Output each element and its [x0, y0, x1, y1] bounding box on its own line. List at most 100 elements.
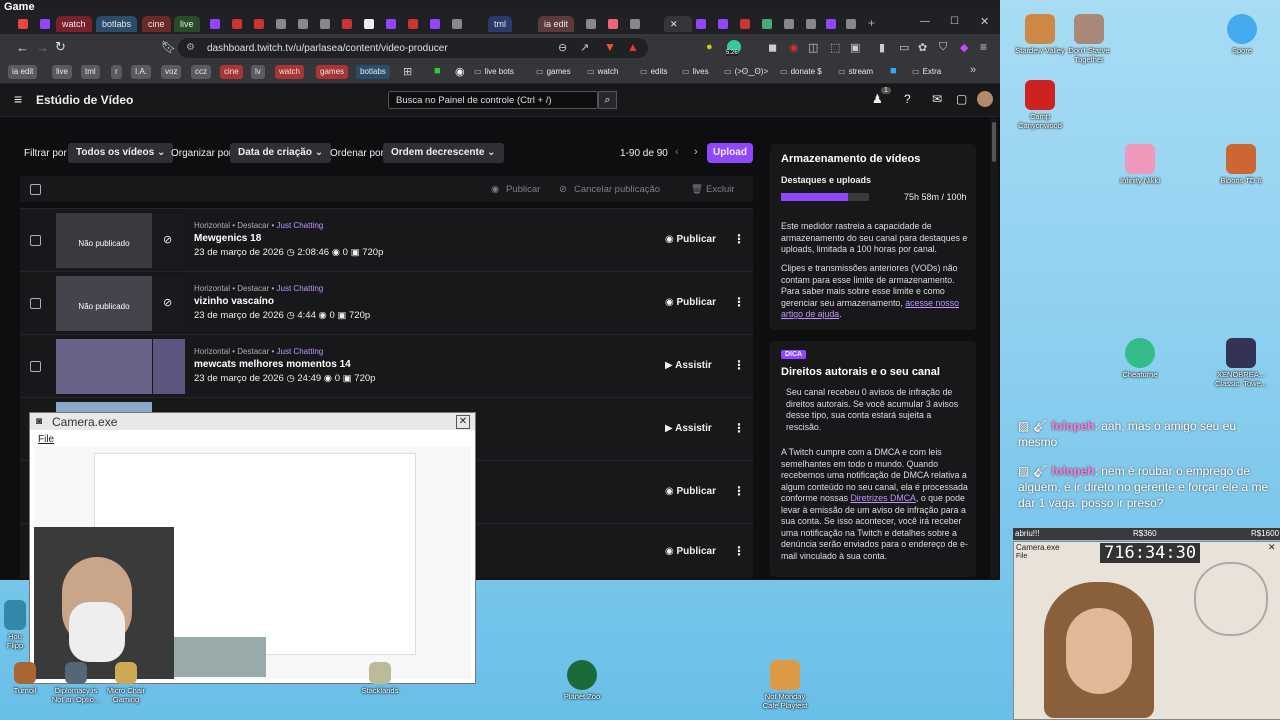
tab-icon[interactable] — [320, 19, 330, 29]
bookmark-ia-edit[interactable]: ia edit — [8, 65, 38, 79]
bookmark-icon[interactable]: ◉ — [455, 65, 465, 78]
tab-icon[interactable] — [408, 19, 418, 29]
bookmark-cine[interactable]: cine — [220, 65, 243, 79]
bookmark-icon[interactable]: ■ — [890, 65, 897, 77]
desktop-icon[interactable]: Bloons TD 6 — [1213, 144, 1269, 185]
tab-tml[interactable]: tml — [488, 16, 512, 32]
bookmark-folder-stream[interactable]: stream — [834, 65, 877, 79]
more-options-icon[interactable]: ⋮ — [733, 484, 745, 498]
desktop-icon[interactable]: Cheaturne — [1112, 338, 1168, 379]
extension-icon[interactable]: ⬚ — [830, 41, 840, 54]
tab-icon[interactable] — [364, 19, 374, 29]
bulk-cancel-button[interactable]: Cancelar publicação — [574, 184, 660, 195]
watch-button[interactable]: ▶ Assistir — [665, 360, 712, 371]
tab-icon[interactable] — [696, 19, 706, 29]
inbox-icon[interactable]: ✉ — [932, 92, 942, 106]
row-checkbox[interactable] — [30, 361, 41, 372]
tab-icon[interactable] — [630, 19, 640, 29]
maximize-icon[interactable]: ☐ — [950, 16, 959, 27]
tab-icon[interactable] — [232, 19, 242, 29]
menu-icon[interactable]: ≡ — [980, 40, 987, 54]
dmca-guidelines-link[interactable]: Diretrizes DMCA — [850, 493, 916, 503]
bookmark-r[interactable]: r — [111, 65, 122, 79]
desktop-icon[interactable]: Not Monday Cafe Playtest — [757, 660, 813, 710]
zoom-icon[interactable]: ⊖ — [558, 41, 567, 54]
tab-botlabs[interactable]: botlabs — [96, 16, 138, 32]
bookmark-folder-donate[interactable]: donate $ — [776, 65, 826, 79]
video-title[interactable]: Mewgenics 18 — [194, 233, 261, 244]
bookmark-ccz[interactable]: ccz — [191, 65, 211, 79]
video-category[interactable]: Just Chatting — [277, 347, 324, 356]
bookmark-folder-edits[interactable]: edits — [636, 65, 671, 79]
extension-icon[interactable]: ● — [706, 41, 713, 53]
watch-button[interactable]: ▶ Assistir — [665, 423, 712, 434]
video-title[interactable]: vizinho vascaíno — [194, 296, 274, 307]
tab-icon[interactable] — [586, 19, 596, 29]
tab-icon[interactable] — [826, 19, 836, 29]
next-page-icon[interactable]: › — [694, 146, 698, 158]
sidebar-icon[interactable]: ▮ — [879, 41, 885, 54]
video-thumbnail[interactable]: Não publicado — [56, 213, 152, 268]
more-options-icon[interactable]: ⋮ — [733, 421, 745, 435]
tab-icon[interactable] — [210, 19, 220, 29]
bookmark-icon[interactable]: ■ — [434, 65, 441, 77]
search-icon[interactable]: ⌕ — [598, 91, 617, 109]
bookmark-voz[interactable]: voz — [161, 65, 182, 79]
page-scrollbar[interactable] — [990, 118, 998, 578]
extension-icon[interactable]: ◉ — [789, 41, 799, 54]
tab-watch[interactable]: watch — [56, 16, 92, 32]
filter-dropdown[interactable]: Todos os vídeos — [68, 143, 174, 163]
brave-shield-icon[interactable]: ▼ — [604, 40, 616, 54]
tab-active-twitch[interactable]: ✕ — [664, 16, 692, 32]
whispers-icon[interactable]: ▢ — [956, 92, 967, 106]
hamburger-menu-icon[interactable]: ≡ — [14, 91, 22, 107]
bookmark-watch[interactable]: watch — [275, 65, 304, 79]
more-bookmarks-icon[interactable]: » — [970, 64, 976, 76]
extension-icon[interactable]: ▣ — [850, 41, 860, 54]
bookmark-ia[interactable]: I.A. — [131, 65, 152, 79]
url-text[interactable]: dashboard.twitch.tv/u/parlasea/content/v… — [207, 43, 448, 54]
tab-ia-edit[interactable]: ia edit — [538, 16, 575, 32]
publish-button[interactable]: ◉ Publicar — [665, 234, 716, 245]
avatar[interactable] — [977, 91, 993, 107]
bulk-publish-button[interactable]: Publicar — [506, 184, 540, 195]
camera-close-icon[interactable]: ✕ — [456, 415, 470, 429]
bookmark-live[interactable]: live — [52, 65, 73, 79]
site-info-icon[interactable]: ⚙ — [186, 42, 195, 53]
more-options-icon[interactable]: ⋮ — [733, 232, 745, 246]
table-row[interactable]: Não publicado ⊘ Horizontal • Destacar • … — [20, 208, 753, 271]
tab-icon[interactable] — [430, 19, 440, 29]
desktop-icon[interactable]: Micro Chair Gaming — [98, 662, 154, 704]
desktop-icon[interactable]: Spore — [1214, 14, 1270, 55]
tab-icon[interactable] — [254, 19, 264, 29]
more-options-icon[interactable]: ⋮ — [733, 544, 745, 558]
back-icon[interactable]: ← — [16, 40, 29, 55]
minimize-icon[interactable]: — — [920, 16, 930, 27]
bookmark-icon[interactable]: 🔖︎ — [161, 40, 176, 54]
tab-icon[interactable] — [846, 19, 856, 29]
bookmark-folder-lives[interactable]: lives — [678, 65, 713, 79]
tab-icon[interactable] — [806, 19, 816, 29]
tab-cine[interactable]: cine — [142, 16, 171, 32]
new-tab-icon[interactable]: + — [868, 16, 875, 30]
bookmark-lv[interactable]: lv — [251, 65, 265, 79]
close-window-icon[interactable]: ✕ — [980, 15, 989, 28]
upload-button[interactable]: Upload — [707, 143, 753, 163]
tab-live[interactable]: live — [174, 16, 200, 32]
publish-button[interactable]: ◉ Publicar — [665, 297, 716, 308]
desktop-icon[interactable]: Diplomacy is Not an Optio... — [48, 662, 104, 704]
bookmark-folder-games[interactable]: games — [532, 65, 575, 79]
tab-icon[interactable] — [298, 19, 308, 29]
video-thumbnail[interactable] — [56, 339, 152, 394]
desktop-icon[interactable]: Hou Flipp — [2, 600, 28, 650]
camera-file-menu[interactable]: File — [38, 434, 54, 445]
tab-icon[interactable] — [718, 19, 728, 29]
publish-button[interactable]: ◉ Publicar — [665, 486, 716, 497]
desktop-icon[interactable]: Turnoil — [0, 662, 50, 695]
tab-icon[interactable] — [608, 19, 618, 29]
table-row[interactable]: Horizontal • Destacar • Just Chatting me… — [20, 334, 753, 397]
tab-icon[interactable] — [276, 19, 286, 29]
bookmark-botlabs[interactable]: botlabs — [356, 65, 390, 79]
row-checkbox[interactable] — [30, 298, 41, 309]
desktop-icon[interactable]: Planet Zoo — [554, 660, 610, 701]
